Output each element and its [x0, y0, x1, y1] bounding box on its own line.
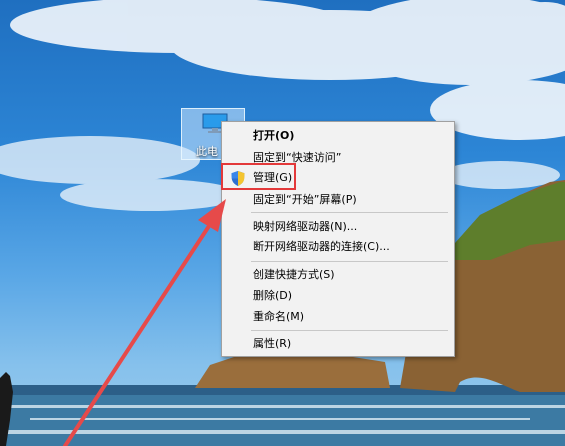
annotation-arrow — [63, 199, 226, 446]
desktop: 此电 打开(O) 固定到“快速访问” 管理(G) 固定到“开始”屏幕(P) 映射… — [0, 0, 565, 446]
